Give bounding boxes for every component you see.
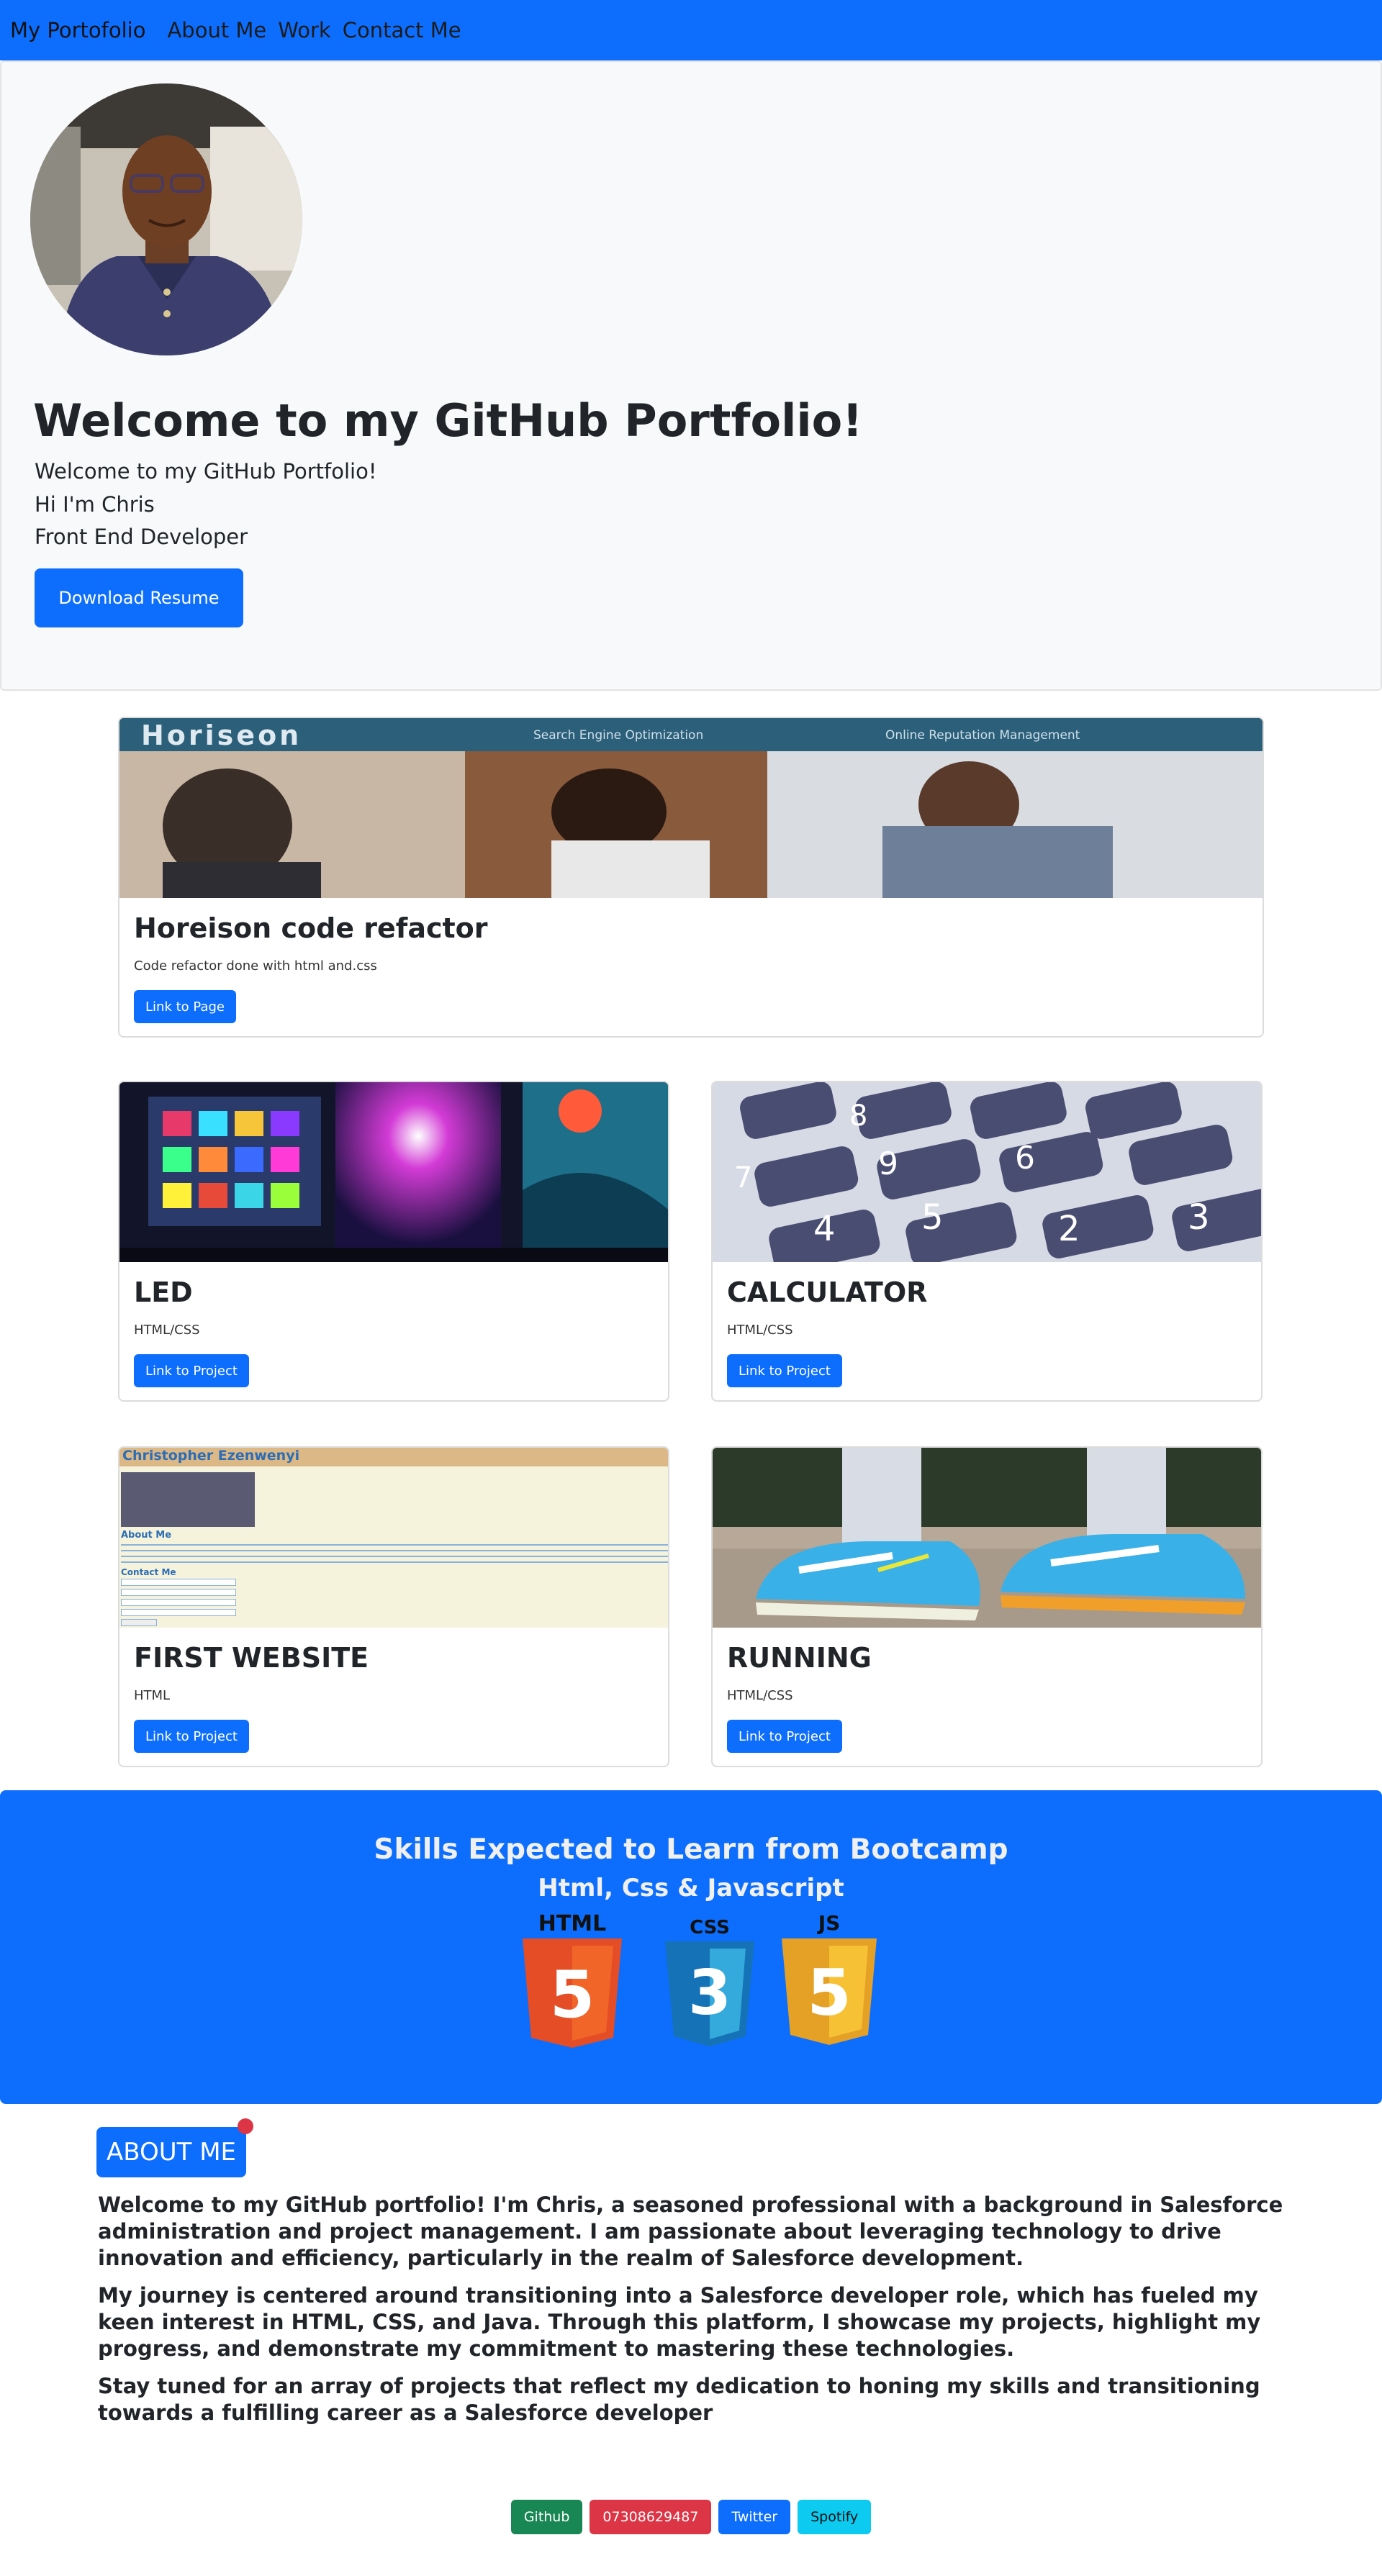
nav-link-work[interactable]: Work xyxy=(278,18,330,42)
skills-section: Skills Expected to Learn from Bootcamp H… xyxy=(0,1790,1382,2104)
card-title: RUNNING xyxy=(727,1642,872,1674)
hero-title: Welcome to my GitHub Portfolio! xyxy=(33,394,863,447)
calculator-key: 9 xyxy=(878,1146,898,1182)
about-me-badge: ABOUT ME xyxy=(96,2127,246,2177)
card-title: LED xyxy=(134,1276,193,1308)
navbar-brand[interactable]: My Portofolio xyxy=(10,18,145,42)
preview-contact-heading: Contact Me xyxy=(121,1567,176,1577)
nav-link-about[interactable]: About Me xyxy=(167,18,266,42)
skills-title: Skills Expected to Learn from Bootcamp xyxy=(374,1833,1008,1866)
link-to-project-button[interactable]: Link to Project xyxy=(727,1720,842,1753)
horiseon-banner-link-seo: Search Engine Optimization xyxy=(533,728,704,743)
about-paragraph-journey: My journey is centered around transition… xyxy=(98,2283,1261,2361)
project-card-led: LED HTML/CSS Link to Project xyxy=(118,1081,669,1402)
project-image-led xyxy=(119,1082,668,1262)
card-title: Horeison code refactor xyxy=(134,912,488,944)
link-to-project-button[interactable]: Link to Project xyxy=(727,1354,842,1387)
link-to-page-button[interactable]: Link to Page xyxy=(134,990,236,1023)
spotify-button[interactable]: Spotify xyxy=(798,2500,872,2534)
card-text: HTML/CSS xyxy=(134,1323,200,1338)
avatar-photo xyxy=(30,83,302,355)
calculator-key: 5 xyxy=(921,1197,944,1238)
card-title: FIRST WEBSITE xyxy=(134,1642,369,1674)
hero-line-welcome: Welcome to my GitHub Portfolio! xyxy=(35,459,377,484)
card-title: CALCULATOR xyxy=(727,1276,928,1308)
calculator-key: 6 xyxy=(1015,1140,1035,1176)
link-to-project-button[interactable]: Link to Project xyxy=(134,1354,249,1387)
card-text: HTML/CSS xyxy=(727,1688,793,1703)
download-resume-button[interactable]: Download Resume xyxy=(35,568,243,627)
calculator-key: 8 xyxy=(849,1099,868,1133)
github-button[interactable]: Github xyxy=(510,2500,583,2534)
preview-photo xyxy=(121,1472,255,1527)
project-card-first-website: Christopher Ezenwenyi About Me Contact M… xyxy=(118,1446,669,1767)
calculator-key: 2 xyxy=(1058,1209,1080,1249)
hero-line-greeting: Hi I'm Chris xyxy=(35,492,155,517)
project-card-calculator: 9 8 6 5 4 3 2 7 CALCULATOR HTML/CSS Link… xyxy=(711,1081,1263,1402)
project-image-running xyxy=(713,1448,1261,1628)
nav-link-contact[interactable]: Contact Me xyxy=(343,18,461,42)
project-card-horiseon: Horiseon Search Engine Optimization Onli… xyxy=(118,717,1264,1038)
project-image-horiseon: Horiseon Search Engine Optimization Onli… xyxy=(119,718,1263,898)
skills-subtitle: Html, Css & Javascript xyxy=(538,1874,844,1902)
notification-dot xyxy=(238,2118,253,2134)
horiseon-banner-link-orm: Online Reputation Management xyxy=(885,728,1080,743)
calculator-key: 4 xyxy=(813,1209,836,1249)
css3-logo-icon: CSS 3 xyxy=(665,1917,754,2046)
project-image-first-website: Christopher Ezenwenyi About Me Contact M… xyxy=(119,1448,668,1628)
footer-links: Github 07308629487 Twitter Spotify xyxy=(0,2500,1382,2536)
about-paragraph-intro: Welcome to my GitHub portfolio! I'm Chri… xyxy=(98,2192,1283,2270)
preview-site-name: Christopher Ezenwenyi xyxy=(122,1448,300,1464)
link-to-project-button[interactable]: Link to Project xyxy=(134,1720,249,1753)
twitter-button[interactable]: Twitter xyxy=(718,2500,791,2534)
hero-section: Welcome to my GitHub Portfolio! Welcome … xyxy=(0,60,1382,691)
phone-button[interactable]: 07308629487 xyxy=(590,2500,712,2534)
avatar xyxy=(30,83,302,355)
card-text: Code refactor done with html and.css xyxy=(134,958,377,974)
card-text: HTML xyxy=(134,1688,171,1703)
about-paragraph-outro: Stay tuned for an array of projects that… xyxy=(98,2374,1260,2425)
card-text: HTML/CSS xyxy=(727,1323,793,1338)
project-card-running: RUNNING HTML/CSS Link to Project xyxy=(711,1446,1263,1767)
navbar: My Portofolio About Me Work Contact Me xyxy=(0,0,1382,60)
html5-logo-icon: HTML 5 xyxy=(523,1911,622,2048)
horiseon-banner-text: Horiseon xyxy=(141,720,302,751)
javascript-logo-icon: JS 5 xyxy=(782,1911,877,2045)
calculator-key: 3 xyxy=(1188,1197,1210,1238)
hero-line-role: Front End Developer xyxy=(35,525,248,549)
calculator-key: 7 xyxy=(734,1161,753,1194)
preview-about-heading: About Me xyxy=(121,1530,172,1541)
project-image-calculator: 9 8 6 5 4 3 2 7 xyxy=(713,1082,1261,1262)
